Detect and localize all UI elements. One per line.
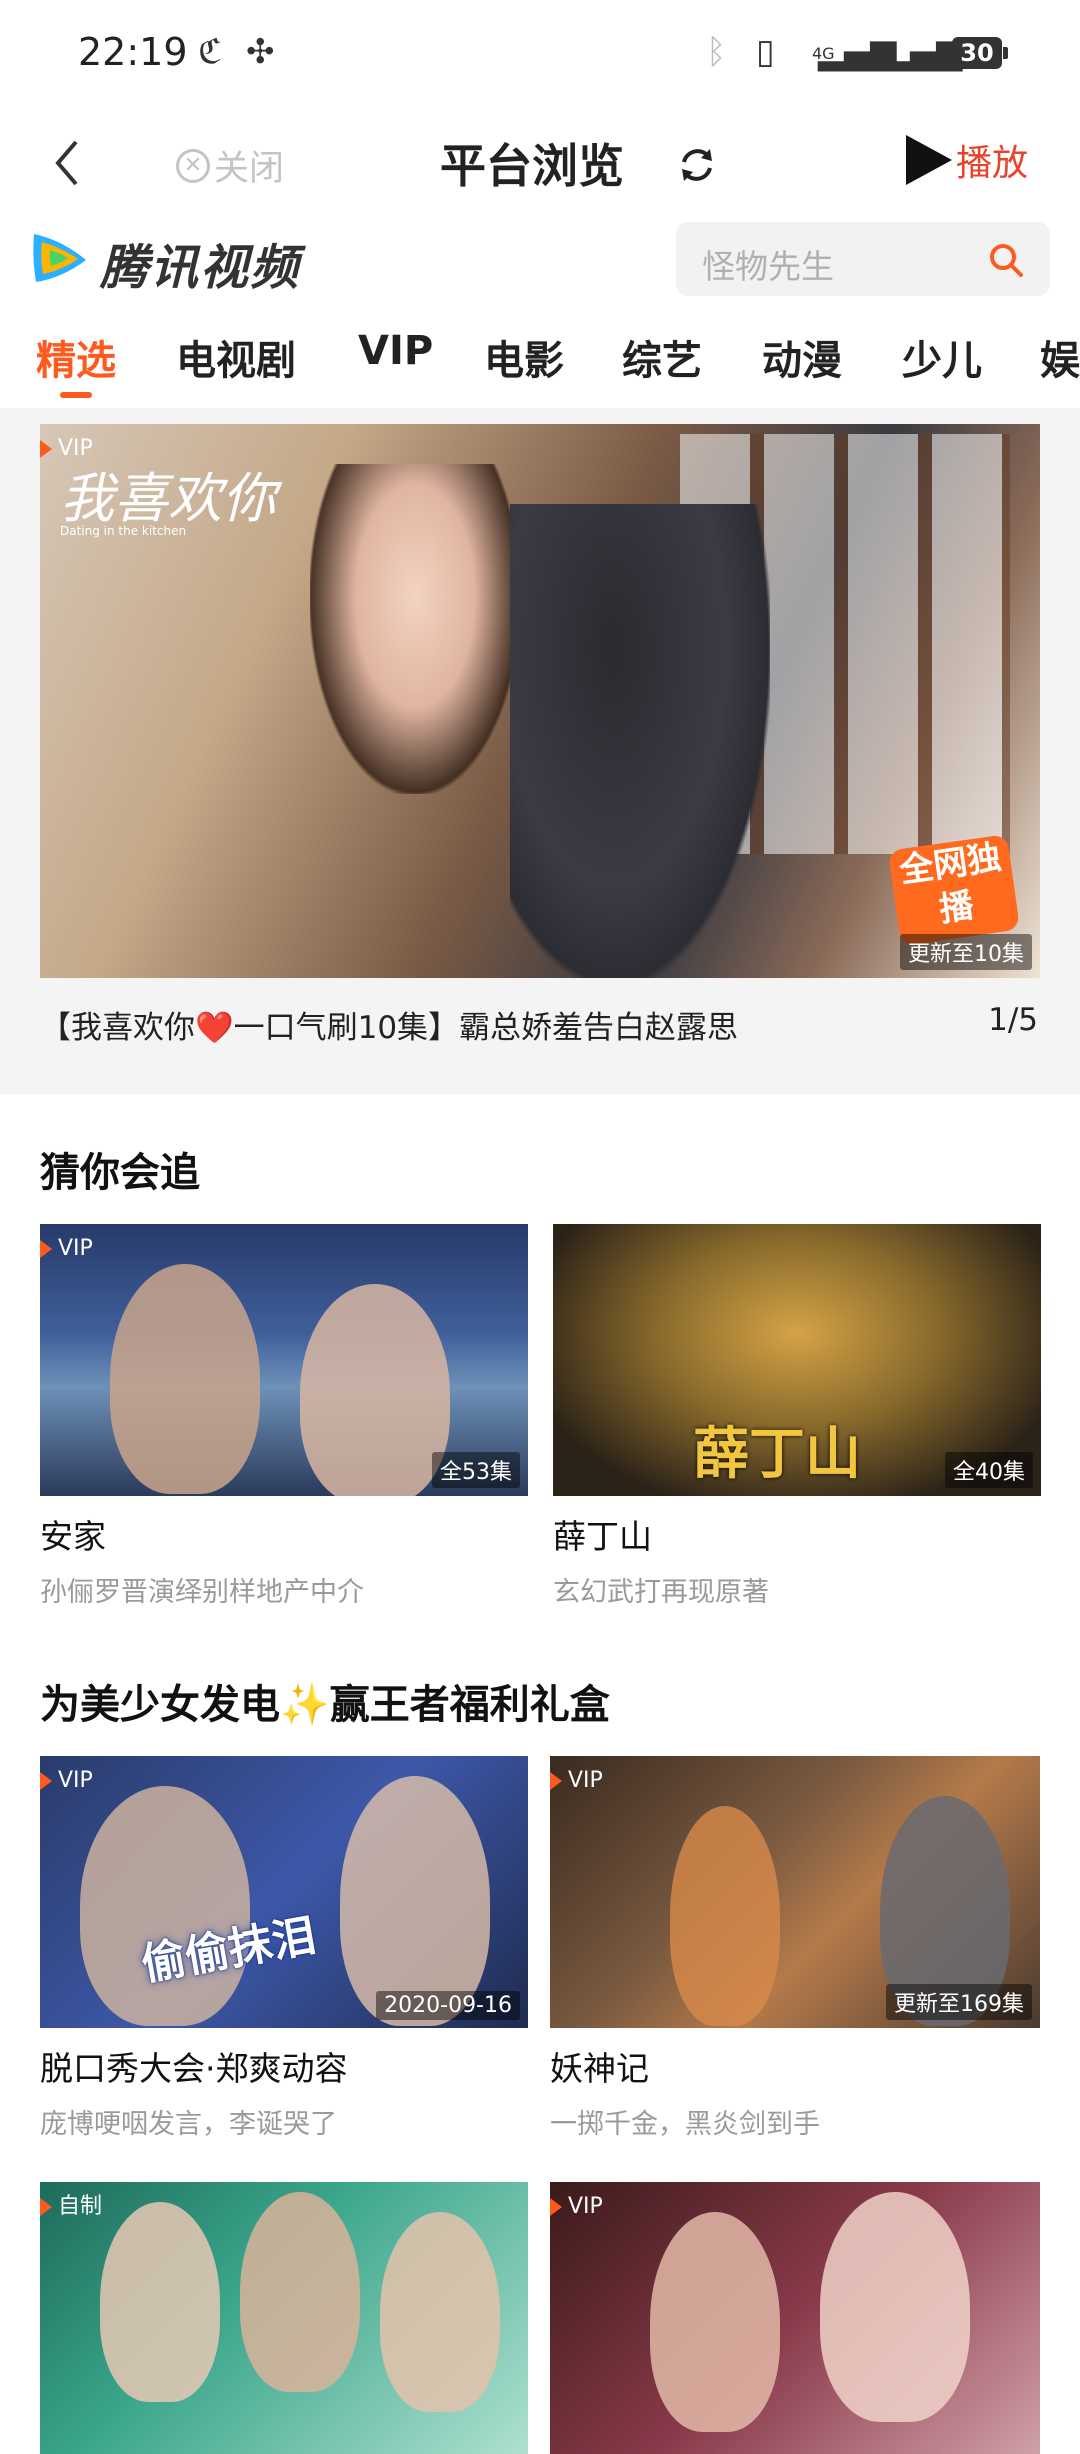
thumb-person <box>100 2202 220 2402</box>
close-button[interactable]: ✕ 关闭 <box>176 140 284 191</box>
vip-badge: VIP <box>40 1764 101 1798</box>
hero-show-subtitle: Dating in the kitchen <box>60 524 187 538</box>
vip-badge: VIP <box>550 2190 611 2224</box>
video-subtitle: 玄幻武打再现原著 <box>553 1577 769 1608</box>
video-subtitle: 庞博哽咽发言，李诞哭了 <box>40 2109 337 2140</box>
search-placeholder: 怪物先生 <box>702 247 834 286</box>
thumb-person <box>820 2192 970 2422</box>
thumb-person <box>650 2212 780 2432</box>
tab-movie[interactable]: 电影 <box>484 328 564 386</box>
video-title: 安家 <box>40 1517 106 1556</box>
category-tabs: 精选 电视剧 VIP 电影 综艺 动漫 少儿 娱 <box>0 318 1080 408</box>
close-icon: ✕ <box>176 148 210 183</box>
video-card[interactable]: VIP 全53集 安家 孙俪罗晋演绎别样地产中介 <box>40 1224 528 1608</box>
refresh-icon[interactable] <box>676 144 718 186</box>
thumb-person <box>80 1786 250 2026</box>
video-thumbnail: VIP 更新至169集 <box>550 1756 1040 2028</box>
search-input[interactable]: 怪物先生 <box>676 222 1050 296</box>
play-icon <box>906 135 952 185</box>
tab-kids[interactable]: 少儿 <box>902 328 982 386</box>
video-subtitle: 一掷千金，黑炎剑到手 <box>550 2109 820 2140</box>
video-thumbnail: 薛丁山 全40集 <box>553 1224 1041 1496</box>
video-title: 脱口秀大会·郑爽动容 <box>40 2049 348 2088</box>
bluetooth-icon: ᛒ <box>706 32 727 72</box>
episode-count-badge: 全40集 <box>945 1452 1033 1488</box>
logo-text: 腾讯视频 <box>100 240 301 296</box>
status-time: 22:19 <box>78 30 188 74</box>
app-header: 腾讯视频 怪物先生 <box>0 218 1080 298</box>
active-tab-indicator <box>60 392 92 398</box>
video-thumbnail: 偷偷抹泪 VIP 2020-09-16 <box>40 1756 528 2028</box>
page-title: 平台浏览 <box>440 139 624 193</box>
vip-badge: VIP <box>40 1232 101 1266</box>
thumb-person <box>240 2192 360 2392</box>
vibrate-icon: ▯ <box>756 32 775 72</box>
date-badge: 2020-09-16 <box>376 1991 520 2020</box>
video-card[interactable]: 自制 <box>40 2182 528 2454</box>
video-title: 薛丁山 <box>553 1517 652 1556</box>
video-card[interactable]: 薛丁山 全40集 薛丁山 玄幻武打再现原著 <box>553 1224 1041 1608</box>
exclusive-badge: 全网独播 <box>887 834 1021 946</box>
tab-featured[interactable]: 精选 <box>36 328 116 386</box>
app-notification-icon: ✣ <box>246 32 275 72</box>
top-bar: ✕ 关闭 平台浏览 播放 <box>0 108 1080 218</box>
play-button[interactable]: 播放 <box>906 134 1028 186</box>
video-card[interactable]: 偷偷抹泪 VIP 2020-09-16 脱口秀大会·郑爽动容 庞博哽咽发言，李诞… <box>40 1756 528 2140</box>
status-bar: 22:19 ℭ ✣ ᛒ ▯ 4G ▂▄▆ ▂▄▆ 30 <box>0 0 1080 108</box>
video-thumbnail: 自制 <box>40 2182 528 2454</box>
play-label: 播放 <box>956 143 1029 184</box>
thumb-person <box>670 1806 780 2026</box>
thumb-person <box>110 1264 260 1494</box>
back-icon[interactable] <box>44 136 94 190</box>
episode-count-badge: 全53集 <box>432 1452 520 1488</box>
hero-figure-woman <box>310 464 520 794</box>
search-icon[interactable] <box>988 242 1024 278</box>
thumb-person <box>300 1284 450 1496</box>
tab-anime[interactable]: 动漫 <box>762 328 842 386</box>
signal-2-icon: ▂▄▆ <box>884 32 963 72</box>
thumb-person <box>380 2212 500 2412</box>
carrier-icon: ℭ <box>198 32 222 72</box>
tab-variety[interactable]: 综艺 <box>622 328 702 386</box>
video-card[interactable]: VIP <box>550 2182 1040 2454</box>
video-card[interactable]: VIP 更新至169集 妖神记 一掷千金，黑炎剑到手 <box>550 1756 1040 2140</box>
tab-tv-series[interactable]: 电视剧 <box>176 328 296 386</box>
hero-show-logo: 我喜欢你 <box>60 467 276 530</box>
hero-banner-area: VIP 我喜欢你 Dating in the kitchen 全网独播 更新至1… <box>0 408 1080 1094</box>
video-title: 妖神记 <box>550 2049 649 2088</box>
section-title-promo: 为美少女发电✨赢王者福利礼盒 <box>40 1682 610 1728</box>
battery-icon: 30 <box>952 37 1008 69</box>
vip-badge: VIP <box>550 1764 611 1798</box>
tencent-video-logo-icon <box>33 234 86 282</box>
section-title-recommend: 猜你会追 <box>40 1150 200 1196</box>
video-thumbnail: VIP <box>550 2182 1040 2454</box>
thumb-title-art: 薛丁山 <box>693 1421 861 1487</box>
thumb-person <box>340 1776 490 2026</box>
video-subtitle: 孙俪罗晋演绎别样地产中介 <box>40 1577 364 1608</box>
hero-banner[interactable]: VIP 我喜欢你 Dating in the kitchen 全网独播 更新至1… <box>40 424 1040 978</box>
close-label: 关闭 <box>214 149 285 189</box>
tab-entertainment[interactable]: 娱 <box>1040 328 1080 386</box>
hero-figure-man <box>510 504 770 978</box>
hero-pager: 1/5 <box>988 1002 1038 1038</box>
episode-count-badge: 更新至169集 <box>886 1984 1032 2020</box>
video-thumbnail: VIP 全53集 <box>40 1224 528 1496</box>
original-badge: 自制 <box>40 2190 110 2224</box>
tab-vip[interactable]: VIP <box>358 328 433 374</box>
hero-caption[interactable]: 【我喜欢你❤️一口气刷10集】霸总娇羞告白赵露思 <box>40 1002 738 1047</box>
episode-count-badge: 更新至10集 <box>900 934 1032 970</box>
